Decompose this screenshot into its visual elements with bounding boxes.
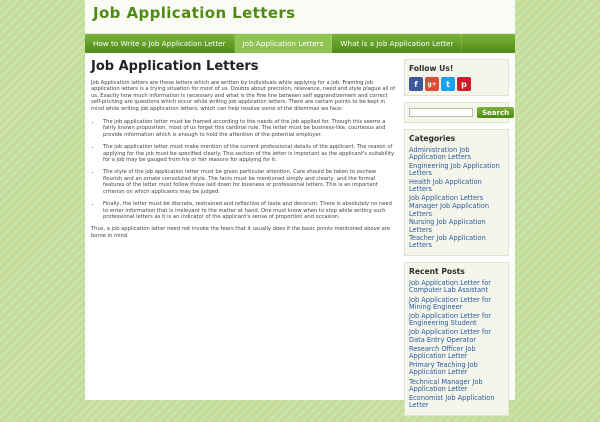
recent-post-link[interactable]: Research Officer Job Application Letter bbox=[409, 345, 504, 360]
category-link[interactable]: Manager Job Application Letters bbox=[409, 203, 504, 218]
recent-posts-title: Recent Posts bbox=[409, 267, 465, 277]
category-link[interactable]: Health Job Application Letters bbox=[409, 178, 504, 193]
category-link[interactable]: Engineering Job Application Letters bbox=[409, 162, 504, 177]
site-title[interactable]: Job Application Letters bbox=[93, 4, 296, 22]
nav-item-how-to-write[interactable]: How to Write a Job Application Letter bbox=[85, 34, 235, 53]
list-item: The job application letter must be frame… bbox=[101, 119, 396, 138]
category-link[interactable]: Nursing Job Application Letters bbox=[409, 219, 504, 234]
nav-item-what-is[interactable]: What is a Job Application Letter bbox=[332, 34, 463, 53]
facebook-icon[interactable]: f bbox=[409, 77, 423, 91]
recent-post-link[interactable]: Job Application Letter for Engineering S… bbox=[409, 312, 504, 327]
site-header: Job Application Letters bbox=[85, 0, 515, 34]
google-plus-icon[interactable]: g+ bbox=[425, 77, 439, 91]
search-input[interactable] bbox=[409, 108, 473, 117]
follow-widget: Follow Us! f g+ t p bbox=[404, 59, 509, 96]
twitter-icon[interactable]: t bbox=[441, 77, 455, 91]
recent-post-link[interactable]: Job Application Letter for Computer Lab … bbox=[409, 279, 504, 294]
category-link[interactable]: Administration Job Application Letters bbox=[409, 146, 504, 161]
pinterest-icon[interactable]: p bbox=[457, 77, 471, 91]
categories-title: Categories bbox=[409, 134, 456, 143]
recent-post-link[interactable]: Job Application Letter for Data Entry Op… bbox=[409, 329, 504, 344]
intro-paragraph: Job Application letters are those letter… bbox=[91, 80, 396, 112]
recent-post-link[interactable]: Economist Job Application Letter bbox=[409, 394, 504, 409]
list-item: Finally, the letter must be discrete, re… bbox=[101, 201, 396, 220]
points-list: The job application letter must be frame… bbox=[101, 119, 396, 220]
recent-post-link[interactable]: Job Application Letter for Mining Engine… bbox=[409, 296, 504, 311]
social-icons: f g+ t p bbox=[409, 77, 504, 91]
page-title: Job Application Letters bbox=[91, 59, 259, 74]
main-nav: How to Write a Job Application Letter Jo… bbox=[85, 34, 515, 53]
recent-post-link[interactable]: Technical Manager Job Application Letter bbox=[409, 378, 504, 393]
search-button[interactable]: Search bbox=[477, 107, 515, 118]
follow-title: Follow Us! bbox=[409, 64, 454, 73]
category-link[interactable]: Teacher Job Application Letters bbox=[409, 235, 504, 250]
list-item: The style of the job application letter … bbox=[101, 169, 396, 195]
category-link[interactable]: Job Application Letters bbox=[409, 194, 504, 202]
sidebar: Follow Us! f g+ t p Search Categories Ad… bbox=[404, 59, 515, 422]
list-item: The job application letter must make men… bbox=[101, 144, 396, 163]
closing-paragraph: Thus, a job application letter need not … bbox=[91, 226, 390, 239]
search-widget: Search bbox=[404, 102, 515, 123]
nav-item-job-application-letters[interactable]: Job Application Letters bbox=[234, 34, 333, 53]
categories-widget: Categories Administration Job Applicatio… bbox=[404, 129, 509, 257]
recent-post-link[interactable]: Primary Teaching Job Application Letter bbox=[409, 361, 504, 376]
main-content: Job Application Letters Job Application … bbox=[91, 59, 396, 239]
recent-posts-widget: Recent Posts Job Application Letter for … bbox=[404, 262, 509, 417]
page-container: Job Application Letters How to Write a J… bbox=[85, 0, 515, 417]
